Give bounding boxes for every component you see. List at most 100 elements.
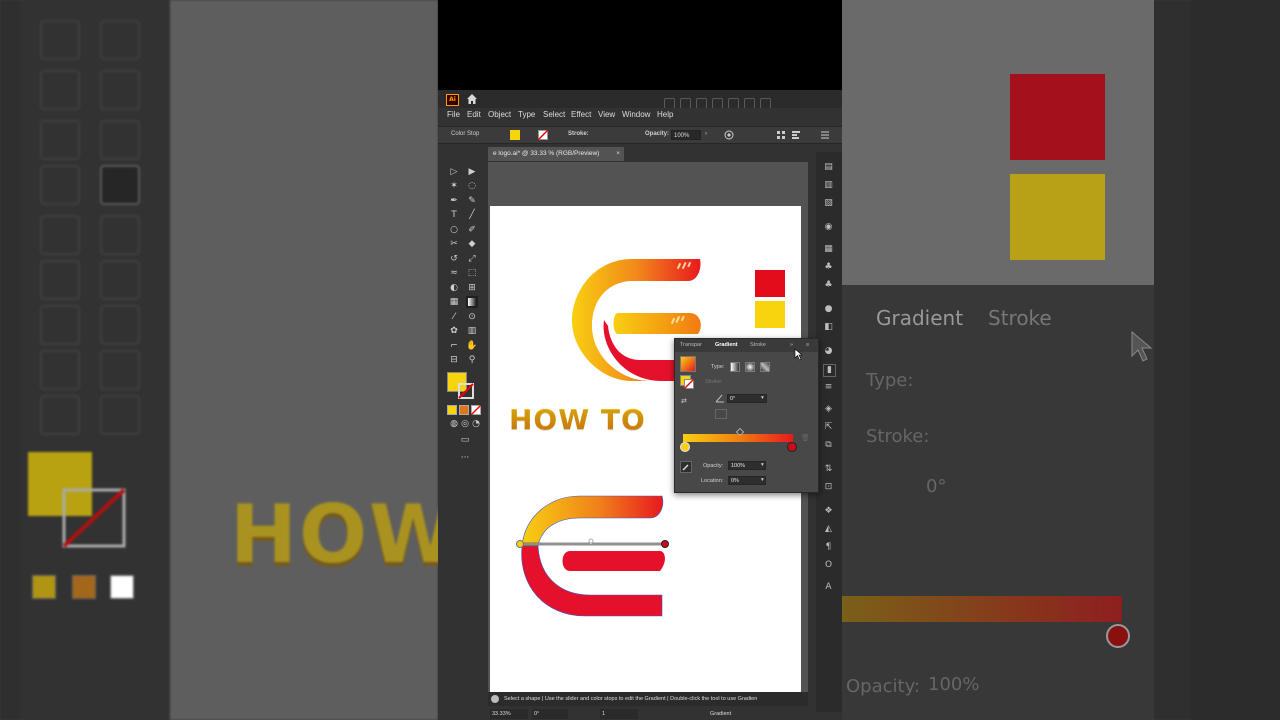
shape-builder-tool-icon[interactable]: ◐ [448, 282, 460, 294]
rotate-tool-icon[interactable]: ↺ [448, 253, 460, 265]
menu-type[interactable]: Type [518, 110, 535, 119]
linear-gradient-button[interactable] [730, 362, 740, 372]
brushes-icon[interactable]: ♣ [823, 262, 834, 273]
line-tool-icon[interactable]: ╱ [466, 209, 478, 221]
tab-gradient[interactable]: Gradient [715, 342, 738, 348]
none-mode-button[interactable] [471, 405, 481, 415]
freeform-gradient-button[interactable] [760, 362, 770, 372]
menu-object[interactable]: Object [488, 110, 511, 119]
color-icon[interactable]: ◉ [823, 222, 834, 233]
blend-tool-icon[interactable]: ⊙ [466, 311, 478, 323]
zoom-tool-icon[interactable]: ⚲ [466, 354, 478, 366]
start-color-stop[interactable] [680, 442, 690, 452]
stroke-icon[interactable]: ≡ [823, 382, 834, 393]
menu-help[interactable]: Help [657, 110, 673, 119]
magic-wand-tool-icon[interactable]: ✶ [448, 180, 460, 192]
panel-options-icon[interactable]: ≡ [806, 342, 809, 348]
ellipse-tool-icon[interactable]: ○ [448, 224, 460, 236]
slice-tool-icon[interactable]: ⌐ [448, 340, 460, 352]
gradient-tool-icon[interactable] [466, 296, 478, 308]
red-color-swatch[interactable] [755, 270, 785, 297]
menu-edit[interactable]: Edit [467, 110, 481, 119]
eyedropper-icon[interactable] [680, 461, 692, 473]
opacity-arrow[interactable]: › [705, 131, 707, 137]
export-icon[interactable]: ⇱ [823, 422, 834, 433]
screen-mode-icon[interactable]: ▭ [457, 434, 473, 446]
align-icon[interactable] [791, 130, 801, 140]
character-styles-icon[interactable]: ◭ [823, 524, 834, 535]
rotation-field[interactable]: 0° [532, 709, 568, 719]
paragraph-icon[interactable]: ¶ [823, 542, 834, 553]
edit-toolbar-icon[interactable]: ··· [457, 452, 473, 464]
transform-icon[interactable]: ⇅ [823, 464, 834, 475]
arrange-panel-icon[interactable] [776, 130, 786, 140]
gradient-panel-icon[interactable]: ▮ [823, 364, 836, 377]
end-color-stop[interactable] [787, 442, 797, 452]
libraries-icon[interactable]: ▧ [823, 198, 834, 209]
scale-tool-icon[interactable]: ⤢ [466, 253, 478, 265]
zoom-field[interactable]: 33.33% [490, 709, 528, 719]
layers-stack-icon[interactable]: ◈ [823, 404, 834, 415]
character-icon[interactable]: A [823, 582, 834, 593]
shaper-tool-icon[interactable]: ✂ [448, 238, 460, 250]
gradient-preview-swatch[interactable] [680, 356, 696, 372]
symbols-icon[interactable]: ♣ [823, 280, 834, 291]
free-transform-tool-icon[interactable]: ⬚ [466, 267, 478, 279]
opentype-icon[interactable]: O [823, 560, 834, 571]
yellow-color-swatch[interactable] [755, 301, 785, 328]
menu-window[interactable]: Window [622, 110, 650, 119]
reverse-gradient-icon[interactable]: ⇄ [681, 397, 690, 406]
type-tool-icon[interactable]: T [448, 209, 460, 221]
direct-selection-tool-icon[interactable]: ▶ [466, 166, 478, 178]
paintbrush-tool-icon[interactable]: ✐ [466, 224, 478, 236]
color-mode-button[interactable] [447, 405, 457, 415]
align-panel-icon[interactable]: ⊡ [823, 482, 834, 493]
menu-view[interactable]: View [598, 110, 615, 119]
pen-tool-icon[interactable]: ✒ [448, 195, 460, 207]
gradient-mode-button[interactable] [459, 405, 469, 415]
pathfinder-icon[interactable]: ⧉ [823, 440, 834, 451]
menu-select[interactable]: Select [543, 110, 565, 119]
appearance-icon[interactable]: ● [823, 304, 834, 315]
tab-transparency[interactable]: Transpar [680, 342, 702, 348]
transparency-icon[interactable]: ◕ [823, 346, 834, 357]
curvature-tool-icon[interactable]: ✎ [466, 195, 478, 207]
menu-file[interactable]: File [447, 110, 460, 119]
panel-menu-icon[interactable] [820, 130, 830, 140]
warp-tool-icon[interactable]: ≈ [448, 267, 460, 279]
recolor-icon[interactable] [724, 130, 734, 140]
eraser-tool-icon[interactable]: ◆ [466, 238, 478, 250]
fill-color-swatch[interactable] [510, 130, 520, 140]
lasso-tool-icon[interactable]: ◌ [466, 180, 478, 192]
menu-effect[interactable]: Effect [571, 110, 591, 119]
home-icon[interactable] [466, 93, 478, 105]
tab-stroke[interactable]: Stroke [750, 342, 766, 348]
selection-tool-icon[interactable]: ▷ [448, 166, 460, 178]
artboard-tool-icon[interactable]: ⊟ [448, 354, 460, 366]
document-tab[interactable]: e logo.ai* @ 33.33 % (RGB/Preview) × [488, 147, 624, 161]
eyedropper-tool-icon[interactable]: ⁄ [448, 311, 460, 323]
close-document-icon[interactable]: × [616, 147, 620, 161]
perspective-grid-tool-icon[interactable]: ⊞ [466, 282, 478, 294]
angle-dropdown-chevron[interactable]: ▾ [761, 395, 764, 401]
image-trace-icon[interactable]: ❖ [823, 506, 834, 517]
location-dropdown-chevron[interactable]: ▾ [761, 477, 764, 483]
draw-inside-icon[interactable]: ◔ [470, 418, 482, 430]
radial-gradient-button[interactable] [745, 362, 755, 372]
column-graph-tool-icon[interactable]: ▥ [466, 325, 478, 337]
panel-stroke-swatch[interactable] [684, 379, 694, 389]
swatches-icon[interactable]: ▦ [823, 244, 834, 255]
hand-tool-icon[interactable]: ✋ [466, 340, 478, 352]
collapse-panel-icon[interactable]: » [790, 342, 793, 348]
headline-text[interactable]: HOW TO [509, 403, 646, 436]
delete-stop-icon[interactable]: 🗑 [801, 434, 810, 442]
graphic-styles-icon[interactable]: ◧ [823, 322, 834, 333]
mesh-tool-icon[interactable]: ▦ [448, 296, 460, 308]
stroke-swatch[interactable] [458, 383, 474, 399]
symbol-sprayer-tool-icon[interactable]: ✿ [448, 325, 460, 337]
opacity-dropdown-chevron[interactable]: ▾ [761, 462, 764, 468]
opacity-field[interactable]: 100% [671, 130, 701, 140]
layers-icon[interactable]: ▥ [823, 180, 834, 191]
artboard-number-field[interactable]: 1 [600, 709, 638, 719]
properties-icon[interactable]: ▤ [823, 162, 834, 173]
